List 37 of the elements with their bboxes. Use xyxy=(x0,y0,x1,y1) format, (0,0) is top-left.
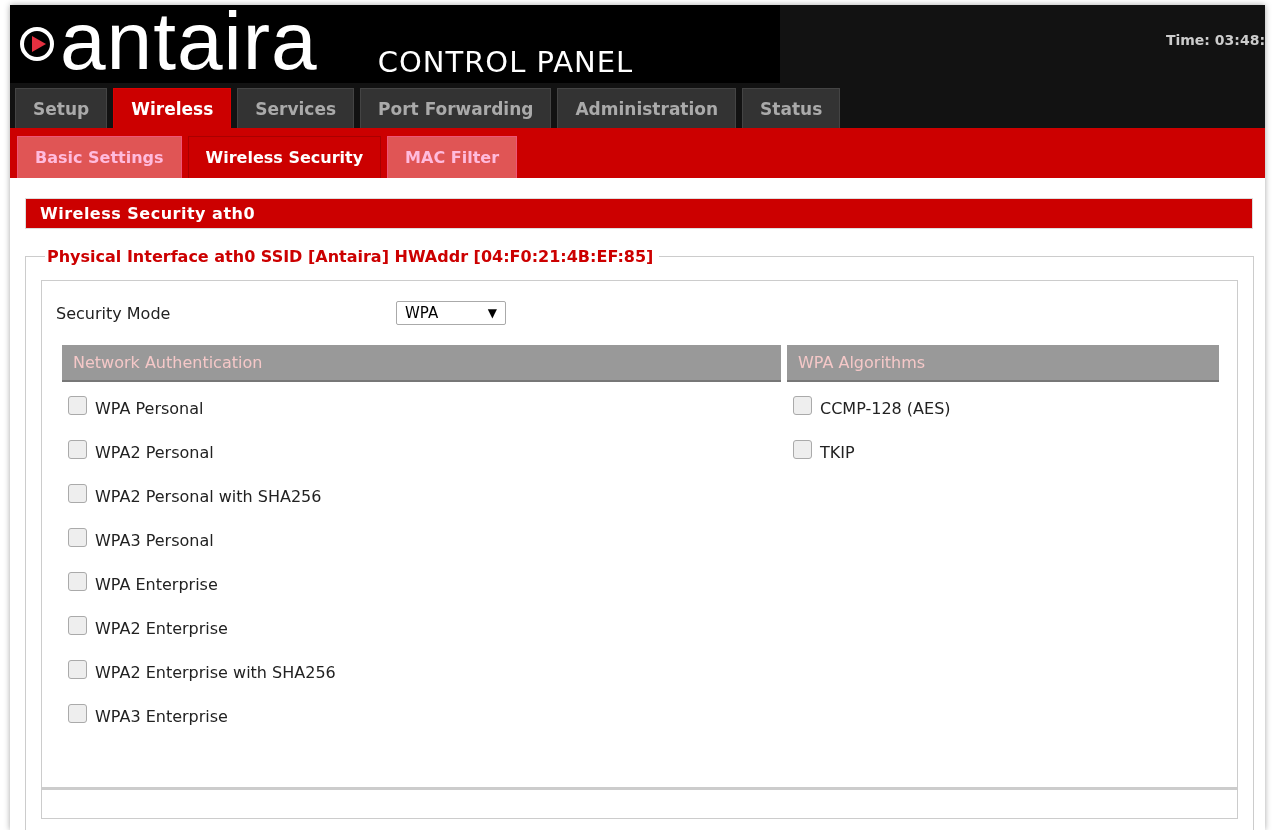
checkbox[interactable] xyxy=(68,439,87,459)
checkbox[interactable] xyxy=(68,703,87,723)
nav-tab[interactable]: Setup xyxy=(15,88,108,128)
checkbox-label: WPA2 Personal with SHA256 xyxy=(95,486,322,506)
checkbox-label: CCMP-128 (AES) xyxy=(820,398,951,418)
checkbox[interactable] xyxy=(68,395,87,415)
sub-tab[interactable]: Wireless Security xyxy=(187,136,382,178)
checkbox-label: TKIP xyxy=(820,442,855,462)
checkbox-label: WPA3 Personal xyxy=(95,530,214,550)
checkbox-label: WPA3 Enterprise xyxy=(95,706,228,726)
interface-legend: Physical Interface ath0 SSID [Antaira] HWAddr [04:F0:21:4B:EF:85] xyxy=(45,247,660,266)
nav-tab[interactable]: Services xyxy=(237,88,355,128)
section-title: Wireless Security ath0 xyxy=(25,198,1253,229)
logo-text: antaira xyxy=(60,1,318,81)
checkbox[interactable] xyxy=(68,483,87,503)
checkbox[interactable] xyxy=(68,615,87,635)
nav-tab[interactable]: Administration xyxy=(557,88,737,128)
checkbox[interactable] xyxy=(793,439,812,459)
panel-title: CONTROL PANEL xyxy=(377,45,634,79)
play-icon xyxy=(20,27,54,61)
nav-tab[interactable]: Wireless xyxy=(113,88,232,128)
column-header: Network Authentication xyxy=(62,345,781,382)
field-label: Security Mode xyxy=(56,303,172,323)
nav-tab[interactable]: Status xyxy=(742,88,841,128)
checkbox[interactable] xyxy=(68,571,87,591)
time-text: Time: 03:48: xyxy=(1165,32,1265,48)
checkbox-label: WPA Personal xyxy=(95,398,204,418)
checkbox[interactable] xyxy=(793,395,812,415)
checkbox[interactable] xyxy=(68,527,87,547)
checkbox-label: WPA2 Enterprise with SHA256 xyxy=(95,662,336,682)
checkbox-label: WPA2 Personal xyxy=(95,442,214,462)
column-header: WPA Algorithms xyxy=(787,345,1219,382)
nav-tab[interactable]: Port Forwarding xyxy=(360,88,552,128)
checkbox-label: WPA Enterprise xyxy=(95,574,218,594)
checkbox[interactable] xyxy=(68,659,87,679)
checkbox-label: WPA2 Enterprise xyxy=(95,618,228,638)
security-mode-select[interactable]: WPA ▼ xyxy=(396,301,506,325)
